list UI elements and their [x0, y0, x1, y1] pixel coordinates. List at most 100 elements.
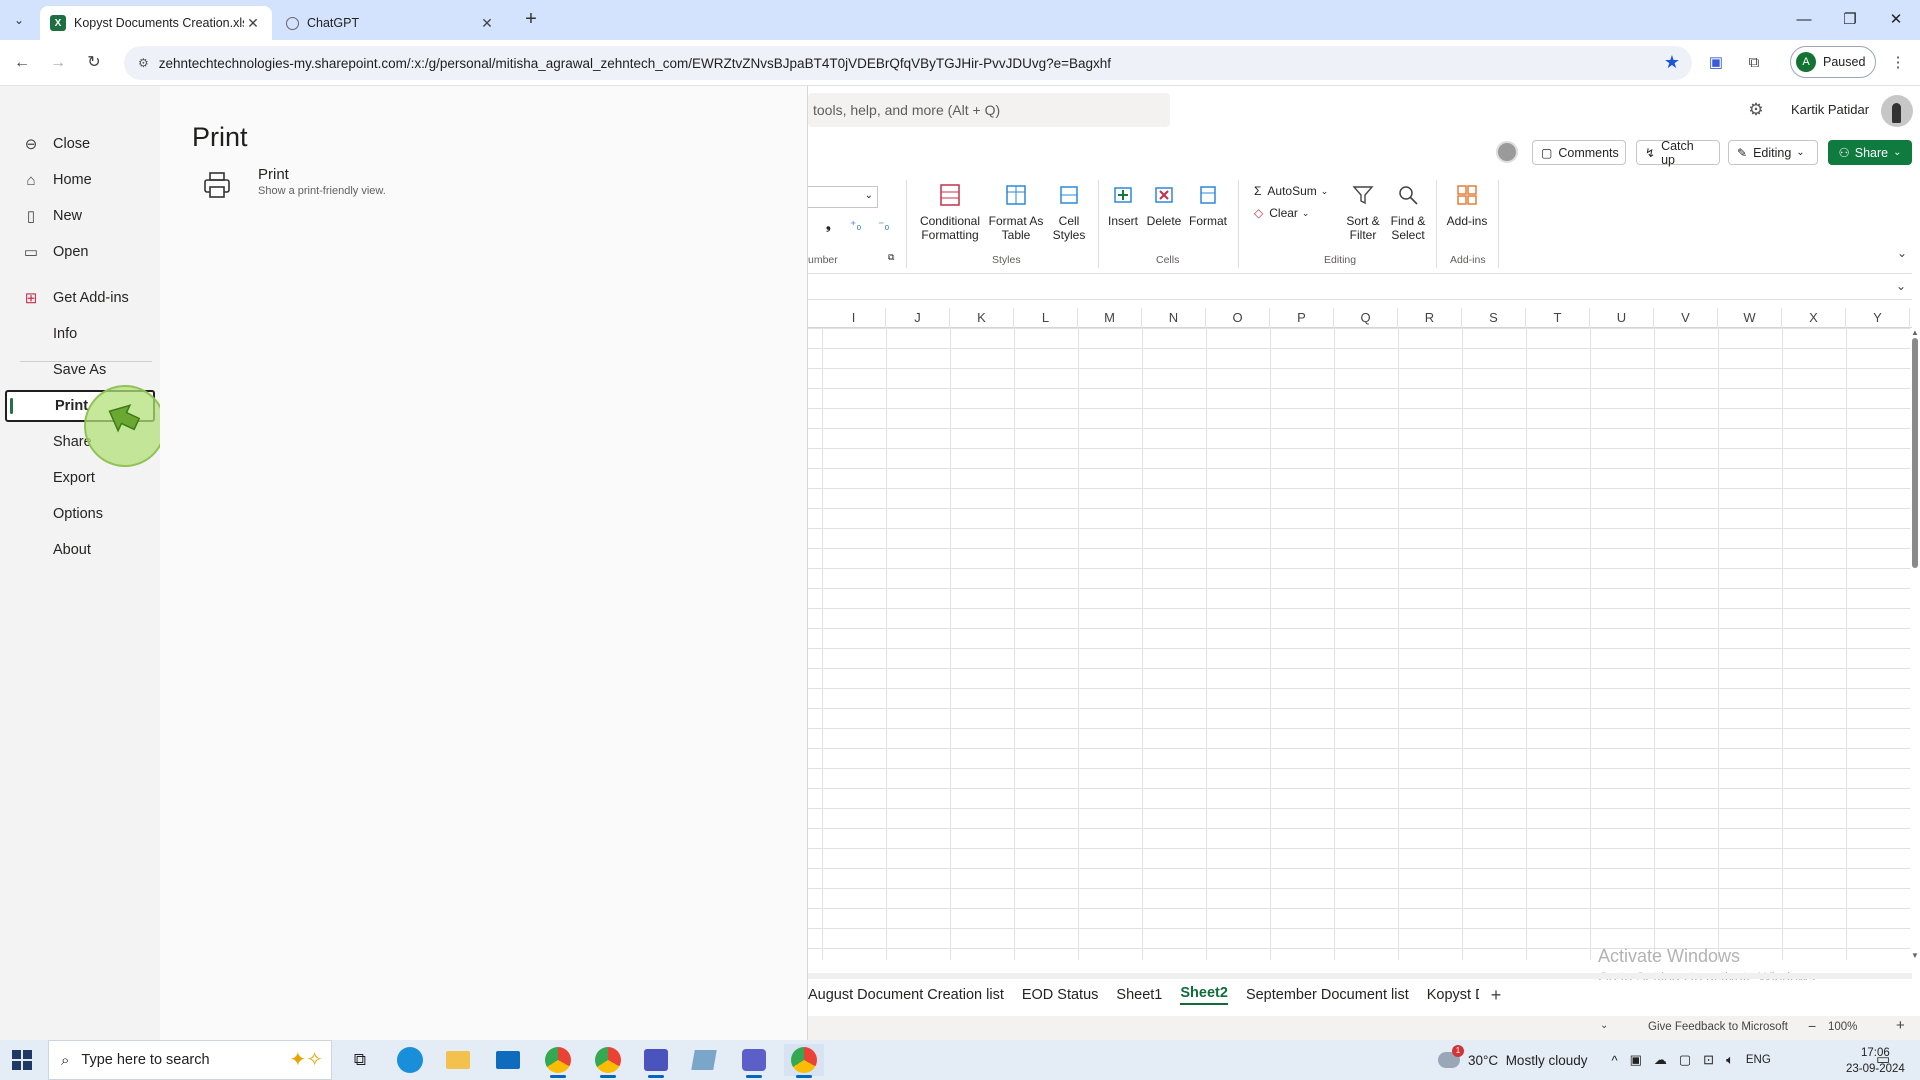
- add-sheet-plus-icon[interactable]: +: [1491, 985, 1502, 1006]
- insert-cells-button[interactable]: Insert: [1106, 182, 1140, 228]
- weather-widget[interactable]: 1 30°C Mostly cloudy: [1438, 1045, 1587, 1068]
- task-view-icon[interactable]: ⧉: [340, 1044, 380, 1076]
- file-explorer-icon[interactable]: [438, 1044, 478, 1076]
- catch-up-button[interactable]: ↯ Catch up: [1636, 139, 1720, 167]
- chrome-active-icon[interactable]: [784, 1044, 824, 1078]
- column-header-s[interactable]: S: [1462, 308, 1526, 328]
- spreadsheet-grid[interactable]: [808, 328, 1910, 960]
- column-header-y[interactable]: Y: [1846, 308, 1910, 328]
- nav-export[interactable]: Export: [5, 462, 155, 494]
- avatar[interactable]: [1881, 95, 1913, 127]
- comments-button[interactable]: ▢ Comments: [1532, 140, 1626, 165]
- sheet-tab[interactable]: August Document Creation list: [808, 987, 1004, 1003]
- reload-icon[interactable]: ↻: [83, 52, 105, 74]
- column-header-m[interactable]: M: [1078, 308, 1142, 328]
- settings-gear-icon[interactable]: ⚙: [1744, 98, 1768, 122]
- clear-button[interactable]: ◇ Clear ⌄: [1254, 206, 1309, 220]
- ribbon-expand-chevron-icon[interactable]: ⌄: [1892, 246, 1912, 260]
- show-hidden-icons-chevron-icon[interactable]: ^: [1611, 1053, 1617, 1068]
- sheet-tab[interactable]: EOD Status: [1022, 987, 1099, 1003]
- dialog-launcher-icon[interactable]: ⧉: [888, 252, 894, 263]
- vertical-scrollbar[interactable]: ▲ ▼: [1910, 328, 1920, 960]
- scroll-down-icon[interactable]: ▼: [1910, 951, 1920, 960]
- nav-info[interactable]: Info: [5, 318, 155, 350]
- column-header-n[interactable]: N: [1142, 308, 1206, 328]
- number-format-dropdown[interactable]: ⌄: [808, 186, 878, 208]
- tab-search-chevron-icon[interactable]: ⌄: [8, 10, 30, 30]
- profile-button[interactable]: A Paused: [1790, 46, 1876, 78]
- chrome-profile-2-icon[interactable]: [588, 1044, 628, 1078]
- comma-style-button[interactable]: ❟: [826, 218, 831, 233]
- column-header-v[interactable]: V: [1654, 308, 1718, 328]
- column-header-w[interactable]: W: [1718, 308, 1782, 328]
- column-header-u[interactable]: U: [1590, 308, 1654, 328]
- sheet-tab[interactable]: Sheet1: [1116, 987, 1162, 1003]
- nav-options[interactable]: Options: [5, 498, 155, 530]
- taskbar-search-input[interactable]: ⌕ Type here to search ✦✧: [48, 1040, 332, 1080]
- nav-home[interactable]: ⌂ Home: [5, 164, 155, 196]
- expand-formula-bar-icon[interactable]: ⌄: [1896, 279, 1906, 293]
- increase-decimal-icon[interactable]: ⁺₀: [850, 218, 861, 232]
- scroll-up-icon[interactable]: ▲: [1910, 328, 1920, 337]
- addins-button[interactable]: Add-ins: [1444, 182, 1490, 228]
- sheet-tab[interactable]: September Document list: [1246, 987, 1409, 1003]
- conditional-formatting-button[interactable]: Conditional Formatting: [918, 182, 982, 242]
- restore-icon[interactable]: ❐: [1830, 8, 1870, 32]
- collaborator-avatar[interactable]: [1496, 141, 1518, 163]
- app-icon[interactable]: [636, 1044, 676, 1078]
- column-header-t[interactable]: T: [1526, 308, 1590, 328]
- feedback-link[interactable]: Give Feedback to Microsoft: [1648, 1021, 1788, 1033]
- search-input[interactable]: tools, help, and more (Alt + Q): [808, 93, 1170, 127]
- zoom-level[interactable]: 100%: [1828, 1021, 1857, 1033]
- teams-tray-icon[interactable]: ▣: [1630, 1052, 1642, 1068]
- back-arrow-icon[interactable]: ←: [11, 52, 33, 74]
- edge-browser-icon[interactable]: [390, 1044, 430, 1076]
- teams-icon[interactable]: [734, 1044, 774, 1078]
- notification-center-icon[interactable]: ▭: [1876, 1050, 1890, 1068]
- close-window-icon[interactable]: ✕: [1876, 8, 1916, 32]
- device-icon[interactable]: ▢: [1679, 1052, 1691, 1068]
- zoom-in-icon[interactable]: +: [1896, 1017, 1905, 1034]
- close-tab-icon[interactable]: ✕: [478, 15, 496, 32]
- nav-get-addins[interactable]: ⊞ Get Add-ins: [5, 282, 155, 314]
- extension-app-icon[interactable]: ▣: [1704, 51, 1728, 75]
- format-as-table-button[interactable]: Format As Table: [988, 182, 1044, 242]
- editing-mode-button[interactable]: ✎ Editing ⌄: [1728, 140, 1818, 165]
- find-select-button[interactable]: Find & Select: [1386, 182, 1430, 242]
- chevron-down-icon[interactable]: ⌄: [1600, 1020, 1608, 1031]
- chrome-profile-1-icon[interactable]: [538, 1044, 578, 1078]
- autosum-button[interactable]: Σ AutoSum ⌄: [1254, 184, 1328, 198]
- volume-icon[interactable]: 🔈︎: [1726, 1052, 1734, 1068]
- nav-open[interactable]: ▭ Open: [5, 236, 155, 268]
- column-header-i[interactable]: I: [822, 308, 886, 328]
- sort-filter-button[interactable]: Sort & Filter: [1344, 182, 1382, 242]
- browser-tab-excel[interactable]: X Kopyst Documents Creation.xlsx ✕: [40, 6, 272, 40]
- column-header-x[interactable]: X: [1782, 308, 1846, 328]
- site-info-icon[interactable]: ⚙: [138, 56, 149, 70]
- minimize-icon[interactable]: —: [1784, 8, 1824, 32]
- sheet-tab[interactable]: Kopyst D: [1427, 987, 1479, 1003]
- print-friendly-view-button[interactable]: Print Show a print-friendly view.: [202, 166, 452, 212]
- column-header-p[interactable]: P: [1270, 308, 1334, 328]
- browser-tab-chatgpt[interactable]: ChatGPT ✕: [276, 6, 506, 40]
- url-bar[interactable]: ⚙ zehntechtechnologies-my.sharepoint.com…: [124, 46, 1692, 80]
- column-header-j[interactable]: J: [886, 308, 950, 328]
- sheet-tab-active[interactable]: Sheet2: [1180, 985, 1228, 1005]
- onedrive-cloud-icon[interactable]: ☁: [1654, 1052, 1667, 1068]
- column-header-l[interactable]: L: [1014, 308, 1078, 328]
- nav-new[interactable]: ▯ New: [5, 200, 155, 232]
- new-tab-plus-icon[interactable]: +: [520, 8, 542, 30]
- extensions-puzzle-icon[interactable]: ⧉: [1742, 51, 1766, 75]
- network-icon[interactable]: ⊡: [1703, 1052, 1714, 1068]
- formula-bar[interactable]: ⌄: [808, 276, 1912, 300]
- cell-styles-button[interactable]: Cell Styles: [1048, 182, 1090, 242]
- column-header-o[interactable]: O: [1206, 308, 1270, 328]
- language-indicator[interactable]: ENG: [1746, 1054, 1771, 1066]
- nav-close[interactable]: ⊖ Close: [5, 128, 155, 160]
- mail-icon[interactable]: [488, 1044, 528, 1076]
- column-header-k[interactable]: K: [950, 308, 1014, 328]
- nav-about[interactable]: About: [5, 534, 155, 566]
- decrease-decimal-icon[interactable]: ⁻₀: [878, 218, 889, 232]
- zoom-out-icon[interactable]: −: [1808, 1018, 1816, 1034]
- format-cells-button[interactable]: Format: [1188, 182, 1228, 228]
